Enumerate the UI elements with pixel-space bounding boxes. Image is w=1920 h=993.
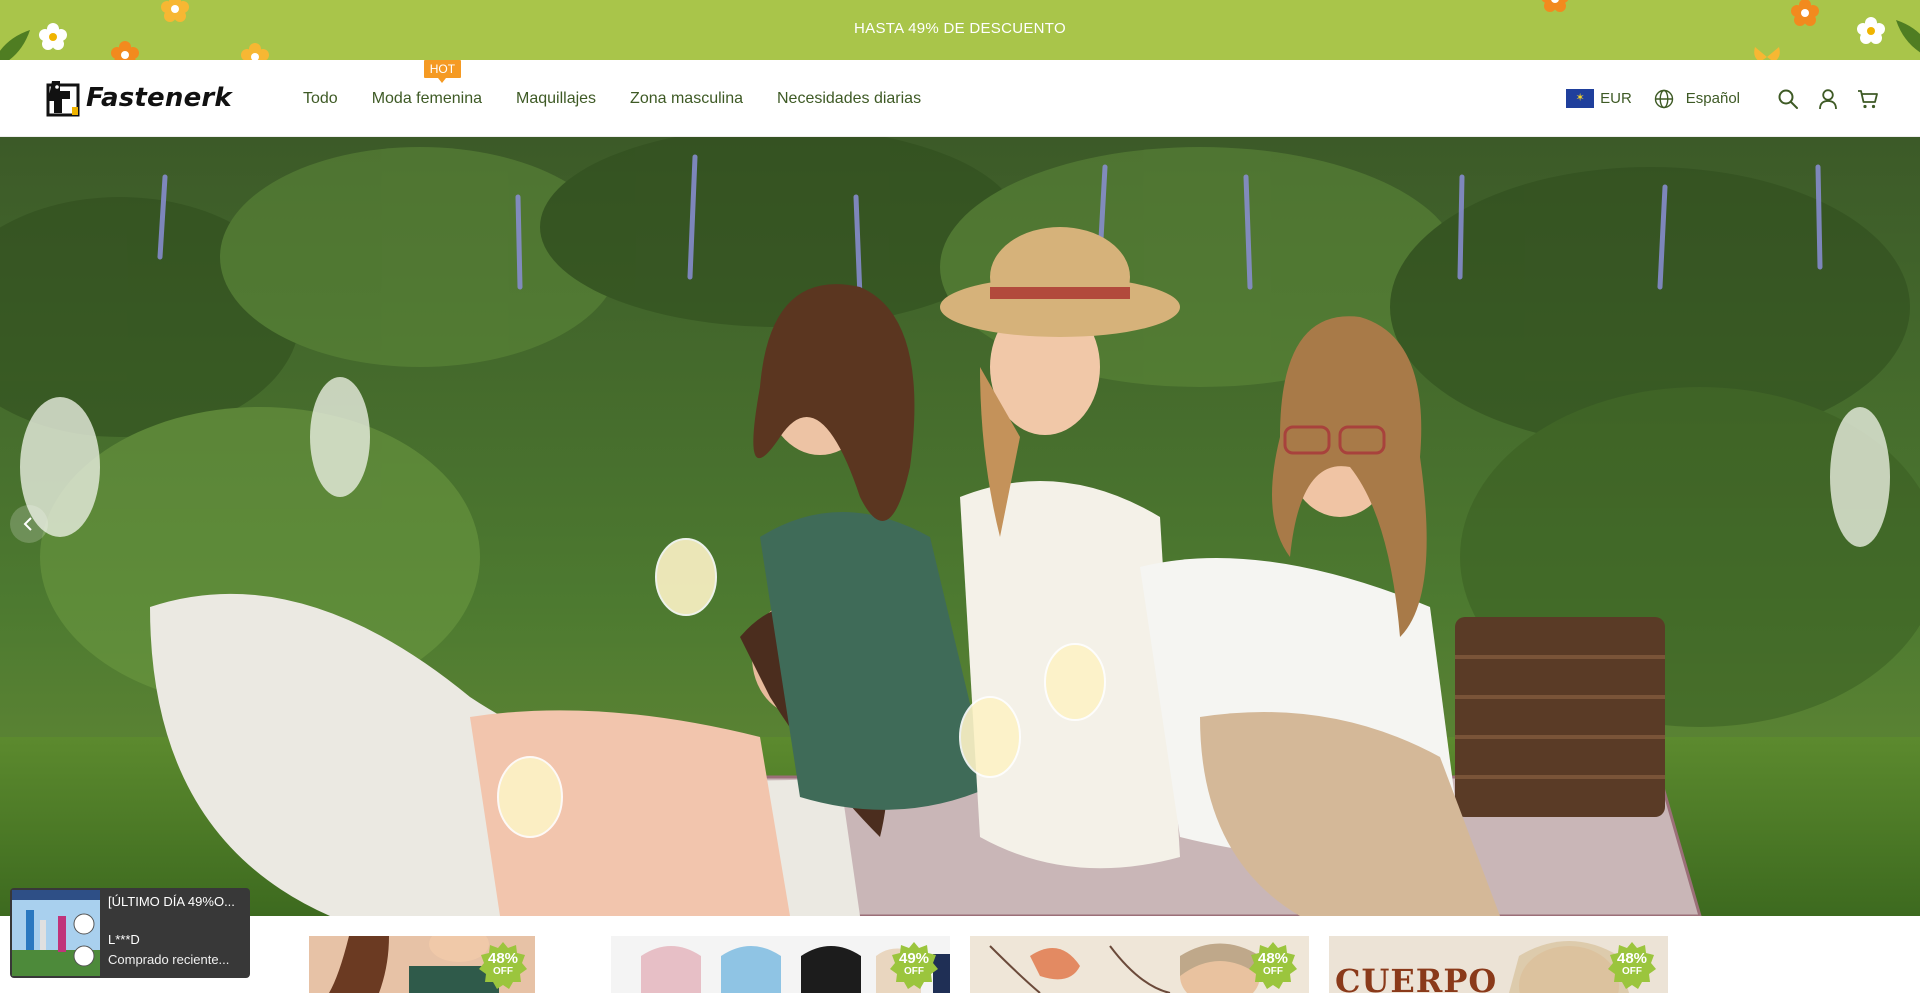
product-card[interactable]: CUERPO 48% OFF — [1329, 936, 1668, 993]
nav-item-label: Maquillajes — [516, 89, 597, 107]
chevron-left-icon — [23, 517, 32, 531]
language-label: Español — [1685, 90, 1740, 107]
discount-off: OFF — [1622, 966, 1642, 977]
product-strip: 48% OFF 49% OFF 48% OFF CUERPO 48% OFF — [0, 916, 1920, 993]
account-icon — [1819, 88, 1837, 109]
nav-item-label: Todo — [303, 89, 338, 107]
discount-badge: 49% OFF — [890, 942, 938, 990]
nav-item-label: Zona masculina — [630, 89, 743, 107]
hero-prev-button[interactable] — [10, 505, 48, 543]
dog-logo-icon — [46, 81, 80, 117]
cart-icon — [1858, 89, 1878, 108]
discount-badge: 48% OFF — [1608, 942, 1656, 990]
discount-off: OFF — [493, 966, 513, 977]
announcement-text: HASTA 49% DE DESCUENTO — [854, 20, 1066, 37]
butterfly-icon — [1754, 47, 1780, 60]
site-header: Fastenerk Todo HOT Moda femenina Maquill… — [0, 59, 1920, 137]
account-button[interactable] — [1816, 87, 1840, 111]
nav-item-todo[interactable]: Todo — [303, 90, 338, 108]
announcement-bar: HASTA 49% DE DESCUENTO — [0, 0, 1920, 60]
discount-badge: 48% OFF — [479, 942, 527, 990]
currency-selector[interactable]: EUR — [1566, 89, 1632, 108]
main-nav: Todo HOT Moda femenina Maquillajes Zona … — [303, 59, 955, 137]
brand-name: Fastenerk — [86, 83, 232, 113]
toast-product-image — [12, 890, 100, 976]
discount-value: 49% — [898, 950, 930, 967]
cart-button[interactable] — [1856, 87, 1880, 111]
discount-badge: 48% OFF — [1249, 942, 1297, 990]
nav-item-zona-masculina[interactable]: Zona masculina — [630, 90, 743, 108]
product-card[interactable]: 48% OFF — [970, 936, 1309, 993]
currency-label: EUR — [1600, 90, 1632, 107]
hero-banner[interactable] — [0, 137, 1920, 916]
flower-icon — [111, 41, 139, 60]
nav-item-moda-femenina[interactable]: HOT Moda femenina — [371, 59, 482, 108]
product-card[interactable]: 48% OFF — [309, 936, 535, 993]
nav-item-label: Necesidades diarias — [777, 89, 922, 107]
eu-flag-icon — [1566, 89, 1595, 108]
discount-off: OFF — [904, 966, 924, 977]
language-selector[interactable]: Español — [1654, 89, 1740, 109]
nav-item-label: Moda femenina — [371, 89, 482, 107]
recent-purchase-toast[interactable]: [ÚLTIMO DÍA 49%O... L***D Comprado recie… — [10, 888, 250, 978]
nav-item-necesidades-diarias[interactable]: Necesidades diarias — [777, 90, 921, 108]
globe-icon — [1654, 89, 1673, 108]
discount-value: 48% — [1257, 950, 1289, 967]
women-picnic-photo — [0, 137, 1920, 916]
brand-logo[interactable]: Fastenerk — [42, 76, 232, 120]
toast-user: L***D — [108, 932, 140, 947]
product-card[interactable]: 49% OFF — [611, 936, 950, 993]
product-thumbnail — [12, 890, 100, 976]
product-caption: CUERPO — [1335, 962, 1498, 993]
discount-off: OFF — [1263, 966, 1283, 977]
toast-status: Comprado reciente... — [108, 952, 230, 967]
discount-value: 48% — [1616, 950, 1648, 967]
discount-value: 48% — [487, 950, 519, 967]
toast-title: [ÚLTIMO DÍA 49%O... — [108, 894, 235, 909]
flower-icon — [241, 43, 269, 60]
flower-icon — [1541, 0, 1569, 12]
header-actions: EUR Español — [1566, 60, 1880, 137]
search-icon — [1778, 89, 1798, 109]
nav-item-maquillajes[interactable]: Maquillajes — [516, 90, 596, 108]
search-button[interactable] — [1776, 87, 1800, 111]
hot-badge: HOT — [423, 59, 462, 83]
